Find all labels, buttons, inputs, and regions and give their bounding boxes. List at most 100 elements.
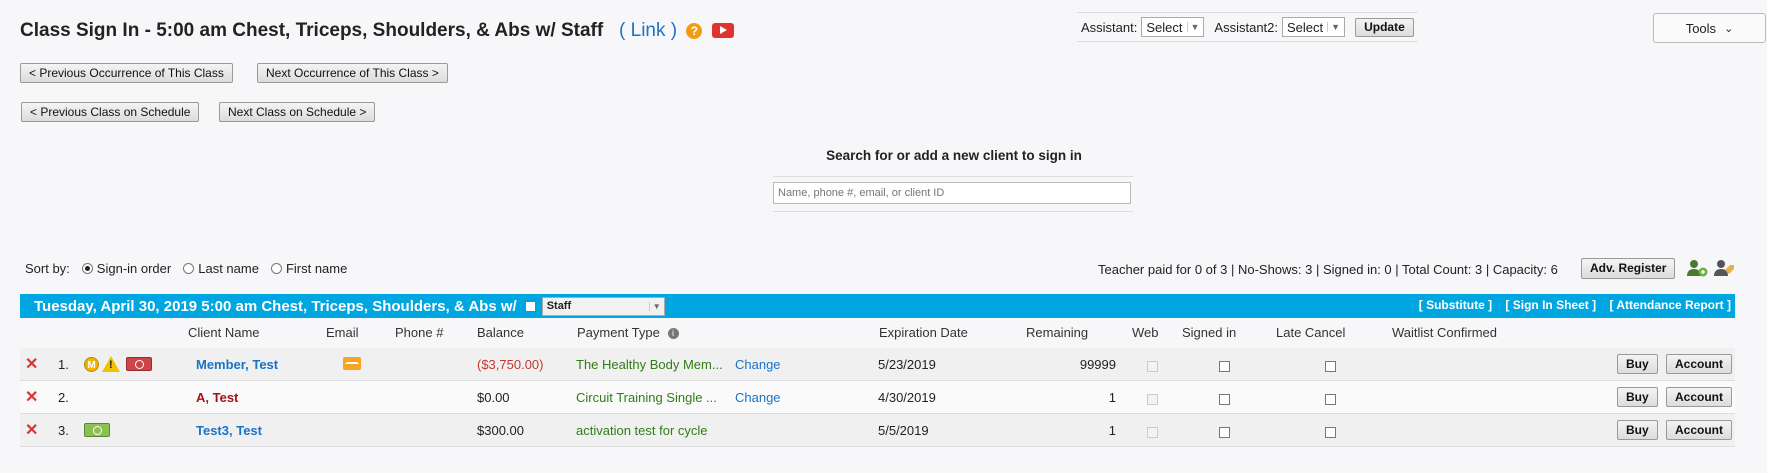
user-tag-icon[interactable] — [1713, 258, 1735, 278]
change-link[interactable]: Change — [735, 357, 781, 372]
table-row: ✕ 2. A, Test $0.00 Circuit Training Sing… — [20, 381, 1735, 414]
expiration-date: 5/5/2019 — [878, 423, 929, 438]
col-web: Web — [1132, 325, 1159, 340]
remove-icon[interactable]: ✕ — [25, 420, 38, 440]
expiration-date: 5/23/2019 — [878, 357, 936, 372]
assistant-label: Assistant: — [1081, 19, 1138, 35]
col-signed-in: Signed in — [1182, 325, 1237, 340]
status-icons: M — [84, 356, 152, 372]
col-payment-type: Payment Type i — [577, 325, 679, 340]
col-balance: Balance — [477, 325, 524, 340]
remaining: 1 — [1108, 423, 1116, 438]
chevron-down-icon: ▼ — [1327, 22, 1340, 32]
sort-option-lastname[interactable]: Last name — [198, 261, 259, 276]
balance: $0.00 — [477, 390, 510, 405]
client-name-link[interactable]: A, Test — [196, 390, 238, 405]
late-cancel-checkbox[interactable] — [1325, 358, 1336, 373]
signed-in-checkbox[interactable] — [1219, 358, 1230, 373]
substitute-link[interactable]: [ Substitute ] — [1419, 298, 1492, 312]
sign-in-sheet-link[interactable]: [ Sign In Sheet ] — [1505, 298, 1596, 312]
payment-type: activation test for cycle — [576, 423, 708, 438]
web-checkbox — [1147, 424, 1158, 439]
balance: $300.00 — [477, 423, 524, 438]
ticket-icon — [84, 423, 110, 440]
class-stats: Teacher paid for 0 of 3 | No-Shows: 3 | … — [1098, 262, 1558, 277]
account-button[interactable]: Account — [1666, 387, 1732, 407]
table-row: ✕ 3. Test3, Test $300.00 activation test… — [20, 414, 1735, 447]
payment-type: Circuit Training Single ... — [576, 390, 717, 405]
remove-icon[interactable]: ✕ — [25, 387, 38, 407]
client-name-link[interactable]: Member, Test — [196, 357, 278, 372]
client-search-input[interactable] — [773, 182, 1131, 204]
tools-label: Tools — [1685, 20, 1717, 36]
membership-icon: M — [84, 356, 99, 372]
attendance-report-link[interactable]: [ Attendance Report ] — [1609, 298, 1731, 312]
remaining: 1 — [1108, 390, 1116, 405]
buy-button[interactable]: Buy — [1617, 354, 1658, 374]
signed-in-checkbox[interactable] — [1219, 391, 1230, 406]
row-number: 3. — [58, 423, 69, 438]
page-title: Class Sign In - 5:00 am Chest, Triceps, … — [20, 20, 734, 42]
remaining: 99999 — [1079, 357, 1116, 372]
table-row: ✕ 1. M Member, Test ($3,750.00) The Heal… — [20, 348, 1735, 381]
sort-lastname-radio[interactable] — [183, 263, 195, 274]
class-header-bar: Tuesday, April 30, 2019 5:00 am Chest, T… — [20, 294, 1735, 318]
adv-register-button[interactable]: Adv. Register — [1581, 258, 1676, 279]
next-class-button[interactable]: Next Class on Schedule > — [219, 102, 376, 122]
sort-label: Sort by: — [25, 261, 70, 276]
client-name-link[interactable]: Test3, Test — [196, 423, 262, 438]
account-button[interactable]: Account — [1666, 420, 1732, 440]
help-icon[interactable]: ? — [686, 22, 703, 39]
col-remaining: Remaining — [1026, 325, 1089, 340]
row-number: 2. — [58, 390, 69, 405]
class-header-links: [ Substitute ] [ Sign In Sheet ] [ Atten… — [1409, 298, 1731, 312]
assistant-panel: Assistant: Select ▼ Assistant2: Select ▼ U… — [1077, 12, 1418, 42]
sort-options: Sort by: Sign-in order Last name First n… — [25, 261, 347, 276]
assistant2-select[interactable]: Select ▼ — [1282, 17, 1346, 37]
search-label: Search for or add a new client to sign i… — [826, 148, 1082, 163]
search-wrap — [773, 176, 1133, 212]
sort-option-firstname[interactable]: First name — [286, 261, 347, 276]
class-header-title: Tuesday, April 30, 2019 5:00 am Chest, T… — [34, 297, 517, 315]
sort-firstname-radio[interactable] — [270, 263, 282, 274]
class-link[interactable]: Link — [631, 20, 666, 41]
buy-button[interactable]: Buy — [1617, 387, 1658, 407]
chevron-down-icon: ▼ — [1186, 22, 1199, 32]
tools-menu-button[interactable]: Tools ⌄ — [1653, 13, 1766, 43]
link-close-paren: ) — [670, 20, 678, 41]
late-cancel-checkbox[interactable] — [1325, 391, 1336, 406]
assistant-select[interactable]: Select ▼ — [1141, 17, 1205, 37]
email-icon[interactable] — [343, 357, 361, 373]
assistant2-label: Assistant2: — [1214, 19, 1279, 35]
col-phone: Phone # — [395, 325, 444, 340]
col-email: Email — [326, 325, 359, 340]
prev-occurrence-button[interactable]: < Previous Occurrence of This Class — [20, 63, 233, 83]
remove-icon[interactable]: ✕ — [25, 354, 38, 374]
prev-class-button[interactable]: < Previous Class on Schedule — [21, 102, 200, 122]
web-checkbox — [1147, 391, 1158, 406]
sort-signin-radio[interactable] — [81, 263, 93, 274]
sort-option-signin[interactable]: Sign-in order — [97, 261, 171, 276]
alert-icon — [102, 356, 120, 372]
staff-select[interactable]: Staff ▼ — [541, 296, 665, 316]
col-late-cancel: Late Cancel — [1276, 325, 1346, 340]
signed-in-checkbox[interactable] — [1219, 424, 1230, 439]
web-checkbox — [1147, 358, 1158, 373]
account-button[interactable]: Account — [1666, 354, 1732, 374]
add-user-icon[interactable] — [1686, 258, 1708, 278]
staff-checkbox[interactable] — [524, 300, 536, 312]
info-icon[interactable]: i — [667, 328, 679, 340]
row-number: 1. — [58, 357, 69, 372]
balance: ($3,750.00) — [477, 357, 544, 372]
link-open-paren: ( — [619, 20, 626, 41]
change-link[interactable]: Change — [735, 390, 781, 405]
next-occurrence-button[interactable]: Next Occurrence of This Class > — [257, 63, 448, 83]
expiration-date: 4/30/2019 — [878, 390, 936, 405]
update-button[interactable]: Update — [1355, 17, 1414, 37]
col-expiration: Expiration Date — [879, 325, 968, 340]
youtube-icon[interactable] — [711, 23, 734, 39]
ticket-icon — [126, 357, 152, 371]
payment-type: The Healthy Body Mem... — [576, 357, 723, 372]
buy-button[interactable]: Buy — [1617, 420, 1658, 440]
late-cancel-checkbox[interactable] — [1325, 424, 1336, 439]
